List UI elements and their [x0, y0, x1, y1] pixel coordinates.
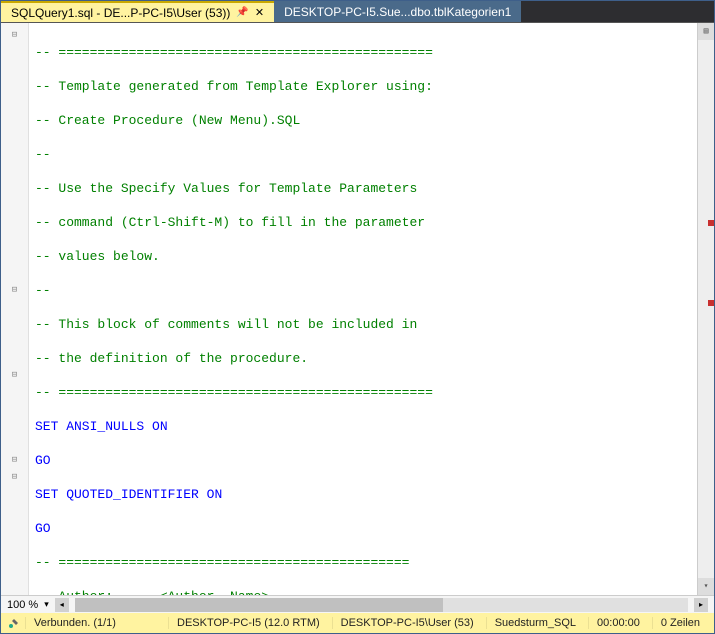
status-rows: 0 Zeilen	[652, 617, 708, 629]
comment: -- =====================================…	[35, 385, 433, 400]
tab-inactive-label: DESKTOP-PC-I5.Sue...dbo.tblKategorien1	[284, 5, 511, 19]
kw: GO	[35, 521, 51, 536]
fold-icon[interactable]: ⊟	[1, 469, 28, 486]
kw: GO	[35, 453, 51, 468]
pin-icon[interactable]: 📌	[236, 7, 248, 18]
tab-active-label: SQLQuery1.sql - DE...P-PC-I5\User (53))	[11, 6, 230, 20]
scroll-right-icon[interactable]: ▸	[694, 598, 708, 612]
kw: QUOTED_IDENTIFIER	[58, 487, 206, 502]
fold-icon[interactable]: ⊟	[1, 27, 28, 44]
fold-icon[interactable]: ⊟	[1, 367, 28, 384]
status-server: DESKTOP-PC-I5 (12.0 RTM)	[168, 617, 328, 629]
close-icon[interactable]: ✕	[255, 6, 264, 19]
comment: --	[35, 147, 51, 162]
kw: ON	[152, 419, 168, 434]
zoom-level[interactable]: 100 %	[7, 599, 38, 611]
comment: -- Template generated from Template Expl…	[35, 79, 433, 94]
status-user: DESKTOP-PC-I5\User (53)	[332, 617, 482, 629]
comment: -- =====================================…	[35, 555, 409, 570]
status-time: 00:00:00	[588, 617, 648, 629]
kw: SET	[35, 419, 58, 434]
zoom-bar: 100 % ▾ ◂ ▸	[1, 595, 714, 613]
error-marker-icon[interactable]	[708, 220, 714, 226]
scroll-track[interactable]	[698, 40, 714, 578]
fold-icon[interactable]: ⊟	[1, 452, 28, 469]
comment: -- =====================================…	[35, 45, 433, 60]
status-connection: Verbunden. (1/1)	[25, 617, 124, 629]
t: <Author,,Name>	[160, 589, 269, 595]
comment: -- Use the Specify Values for Template P…	[35, 181, 417, 196]
gutter: ⊟ · · · · · · · · · · · · · · ⊟ · · · · …	[1, 23, 29, 595]
tab-bar: SQLQuery1.sql - DE...P-PC-I5\User (53)) …	[1, 1, 714, 23]
comment: -- This block of comments will not be in…	[35, 317, 417, 332]
kw: SET	[35, 487, 58, 502]
kw: ON	[207, 487, 223, 502]
chevron-down-icon[interactable]: ▾	[44, 599, 49, 610]
tab-inactive[interactable]: DESKTOP-PC-I5.Sue...dbo.tblKategorien1	[274, 1, 521, 22]
status-db: Suedsturm_SQL	[486, 617, 584, 629]
scroll-split-icon[interactable]: ▤	[698, 23, 714, 40]
comment: -- values below.	[35, 249, 160, 264]
hscroll-track[interactable]	[75, 598, 688, 612]
kw: ANSI_NULLS	[58, 419, 152, 434]
scroll-left-icon[interactable]: ◂	[55, 598, 69, 612]
comment: -- command (Ctrl-Shift-M) to fill in the…	[35, 215, 425, 230]
code-area[interactable]: -- =====================================…	[29, 23, 697, 595]
comment: -- Create Procedure (New Menu).SQL	[35, 113, 300, 128]
vertical-scrollbar[interactable]: ▤ ▾	[697, 23, 714, 595]
error-marker-icon[interactable]	[708, 300, 714, 306]
comment: --	[35, 283, 51, 298]
fold-icon[interactable]: ⊟	[1, 282, 28, 299]
comment: -- the definition of the procedure.	[35, 351, 308, 366]
tab-active[interactable]: SQLQuery1.sql - DE...P-PC-I5\User (53)) …	[1, 1, 274, 22]
connection-icon	[7, 616, 21, 630]
status-bar: Verbunden. (1/1) DESKTOP-PC-I5 (12.0 RTM…	[1, 613, 714, 633]
hscroll-thumb[interactable]	[75, 598, 443, 612]
editor: ⊟ · · · · · · · · · · · · · · ⊟ · · · · …	[1, 23, 714, 595]
scroll-down-icon[interactable]: ▾	[698, 578, 714, 595]
comment: -- Author:	[35, 589, 160, 595]
